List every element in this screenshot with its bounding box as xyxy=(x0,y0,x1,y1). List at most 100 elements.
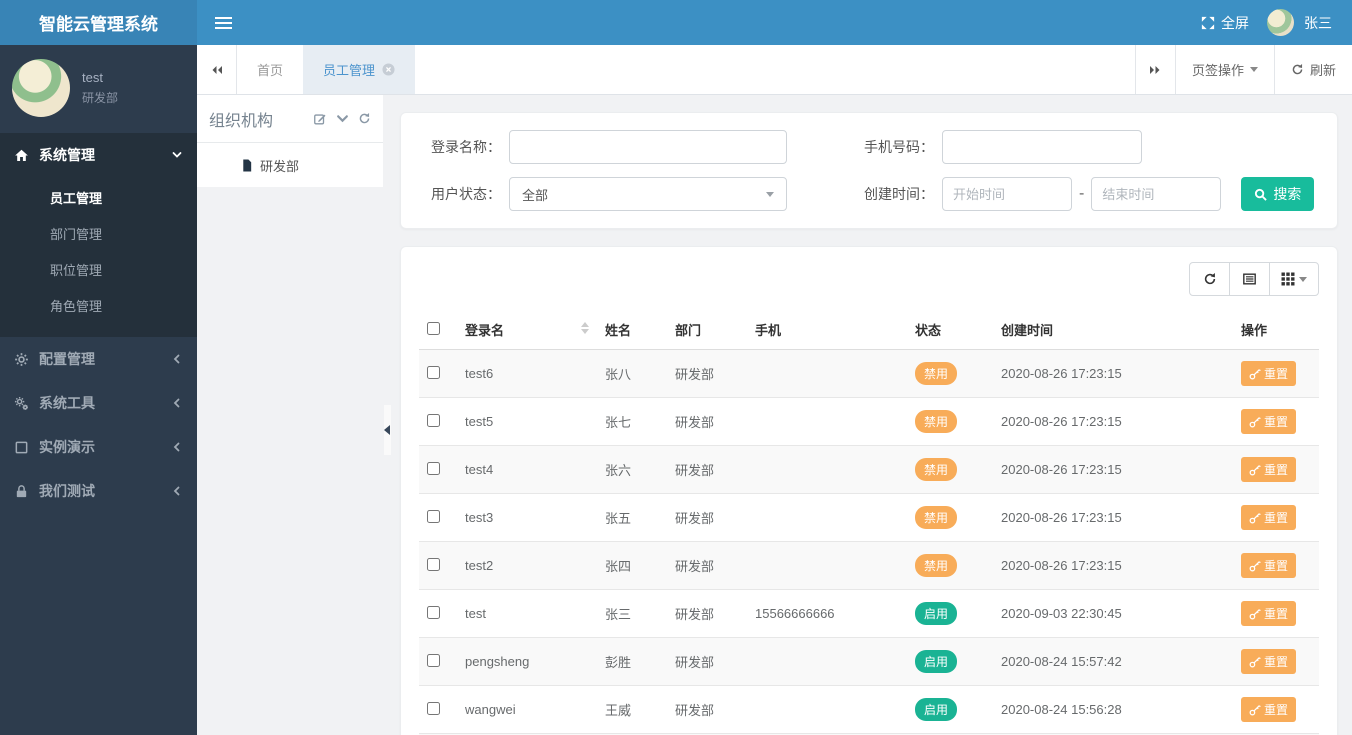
double-right-icon xyxy=(1148,63,1162,77)
row-checkbox[interactable] xyxy=(427,701,440,715)
sidebar-item-our-tests[interactable]: 我们测试 xyxy=(0,469,197,513)
status-badge: 禁用 xyxy=(915,506,958,529)
tab-home[interactable]: 首页 xyxy=(237,45,303,94)
cell-dept: 研发部 xyxy=(667,493,747,542)
row-checkbox[interactable] xyxy=(427,509,440,523)
sidebar-item-demo-examples[interactable]: 实例演示 xyxy=(0,425,197,469)
sort-icon[interactable] xyxy=(581,322,589,334)
cell-name: 张八 xyxy=(597,349,667,398)
search-icon xyxy=(1254,188,1268,201)
sidebar-item-config-management[interactable]: 配置管理 xyxy=(0,337,197,381)
tab-employee-management[interactable]: 员工管理 xyxy=(303,45,416,94)
table-header-row: 登录名 姓名 部门 手机 状态 创建时间 操作 xyxy=(419,310,1319,350)
row-checkbox[interactable] xyxy=(427,365,440,379)
reset-password-button[interactable]: 重置 xyxy=(1241,505,1297,530)
column-header-dept: 部门 xyxy=(667,310,747,350)
table-row: test2 张四 研发部 禁用 2020-08-26 17:23:15 重置 xyxy=(419,541,1319,590)
user-avatar[interactable] xyxy=(1267,9,1294,36)
cell-created: 2020-08-26 17:23:15 xyxy=(993,397,1233,446)
start-time-input[interactable] xyxy=(942,177,1072,211)
phone-input[interactable] xyxy=(942,130,1142,164)
square-icon xyxy=(14,440,30,455)
fullscreen-button[interactable]: 全屏 xyxy=(1193,13,1257,33)
login-name-input[interactable] xyxy=(509,130,787,164)
cell-phone xyxy=(747,541,907,590)
cell-login: test3 xyxy=(457,493,597,542)
cell-created: 2020-08-24 15:57:42 xyxy=(993,637,1233,686)
status-badge: 禁用 xyxy=(915,410,958,433)
navbar-username[interactable]: 张三 xyxy=(1304,13,1332,33)
cell-name: 张五 xyxy=(597,493,667,542)
caret-down-icon xyxy=(1249,67,1258,72)
user-panel-avatar[interactable] xyxy=(12,59,70,117)
cell-name: 张七 xyxy=(597,397,667,446)
row-checkbox[interactable] xyxy=(427,557,440,571)
refresh-icon[interactable] xyxy=(358,112,371,126)
cell-login: test2 xyxy=(457,541,597,590)
key-icon xyxy=(1249,464,1261,476)
chevron-left-icon xyxy=(171,485,183,497)
status-badge: 禁用 xyxy=(915,362,958,385)
sidebar-item-employee-management[interactable]: 员工管理 xyxy=(0,181,197,217)
reset-password-button[interactable]: 重置 xyxy=(1241,553,1297,578)
row-checkbox[interactable] xyxy=(427,413,440,427)
tabs-scroll-right-button[interactable] xyxy=(1134,45,1175,94)
sidebar-item-department-management[interactable]: 部门管理 xyxy=(0,217,197,253)
key-icon xyxy=(1249,512,1261,524)
organization-title: 组织机构 xyxy=(209,112,274,130)
select-all-checkbox[interactable] xyxy=(427,321,440,335)
columns-icon xyxy=(1281,272,1295,286)
sidebar-item-role-management[interactable]: 角色管理 xyxy=(0,289,197,325)
chevron-left-icon xyxy=(171,353,183,365)
edit-icon[interactable] xyxy=(313,112,327,126)
tab-operations-dropdown[interactable]: 页签操作 xyxy=(1174,45,1274,94)
caret-down-icon xyxy=(766,191,774,197)
close-icon[interactable] xyxy=(382,63,395,76)
double-left-icon xyxy=(210,63,224,77)
reset-password-button[interactable]: 重置 xyxy=(1241,457,1297,482)
row-checkbox[interactable] xyxy=(427,653,440,667)
cell-login: test6 xyxy=(457,349,597,398)
cell-dept: 研发部 xyxy=(667,349,747,398)
reset-password-button[interactable]: 重置 xyxy=(1241,601,1297,626)
cell-created: 2020-08-26 17:23:15 xyxy=(993,493,1233,542)
cell-name: 彭胜 xyxy=(597,637,667,686)
collapse-handle-icon[interactable] xyxy=(384,425,390,435)
sidebar-item-system-tools[interactable]: 系统工具 xyxy=(0,381,197,425)
panel-splitter[interactable] xyxy=(383,95,392,735)
chevron-down-icon[interactable] xyxy=(336,112,349,126)
sidebar-item-system-management[interactable]: 系统管理 xyxy=(0,133,197,177)
hamburger-icon xyxy=(214,16,232,19)
user-status-select[interactable]: 全部 xyxy=(509,177,787,211)
row-checkbox[interactable] xyxy=(427,461,440,475)
cell-created: 2020-08-26 17:23:15 xyxy=(993,445,1233,494)
table-columns-button[interactable] xyxy=(1269,262,1319,296)
reset-password-button[interactable]: 重置 xyxy=(1241,361,1297,386)
tab-bar: 首页 员工管理 页签操作 刷新 xyxy=(197,45,1352,95)
cell-dept: 研发部 xyxy=(667,445,747,494)
sidebar-toggle-button[interactable] xyxy=(197,0,249,45)
search-button[interactable]: 搜索 xyxy=(1241,177,1315,211)
table-refresh-button[interactable] xyxy=(1189,262,1230,296)
tree-node-rd-department[interactable]: 研发部 xyxy=(197,143,383,187)
reset-password-button[interactable]: 重置 xyxy=(1241,409,1297,434)
reset-password-button[interactable]: 重置 xyxy=(1241,649,1297,674)
cell-phone xyxy=(747,349,907,398)
row-checkbox[interactable] xyxy=(427,605,440,619)
column-header-login[interactable]: 登录名 xyxy=(457,310,597,350)
sidebar-item-position-management[interactable]: 职位管理 xyxy=(0,253,197,289)
cell-login: wangwei xyxy=(457,685,597,734)
status-badge: 启用 xyxy=(915,602,958,625)
cogs-icon xyxy=(14,396,30,411)
key-icon xyxy=(1249,656,1261,668)
table-row: test6 张八 研发部 禁用 2020-08-26 17:23:15 重置 xyxy=(419,349,1319,398)
table-toggle-view-button[interactable] xyxy=(1229,262,1270,296)
main-area: 首页 员工管理 页签操作 刷新 组织机构 研发部 登录名称： 手机号码： 用户状… xyxy=(197,45,1352,735)
cell-phone xyxy=(747,685,907,734)
tabs-scroll-left-button[interactable] xyxy=(197,45,237,94)
cell-dept: 研发部 xyxy=(667,685,747,734)
tab-refresh-button[interactable]: 刷新 xyxy=(1273,45,1352,94)
end-time-input[interactable] xyxy=(1091,177,1222,211)
reset-password-button[interactable]: 重置 xyxy=(1241,697,1297,722)
fullscreen-label: 全屏 xyxy=(1221,14,1249,31)
